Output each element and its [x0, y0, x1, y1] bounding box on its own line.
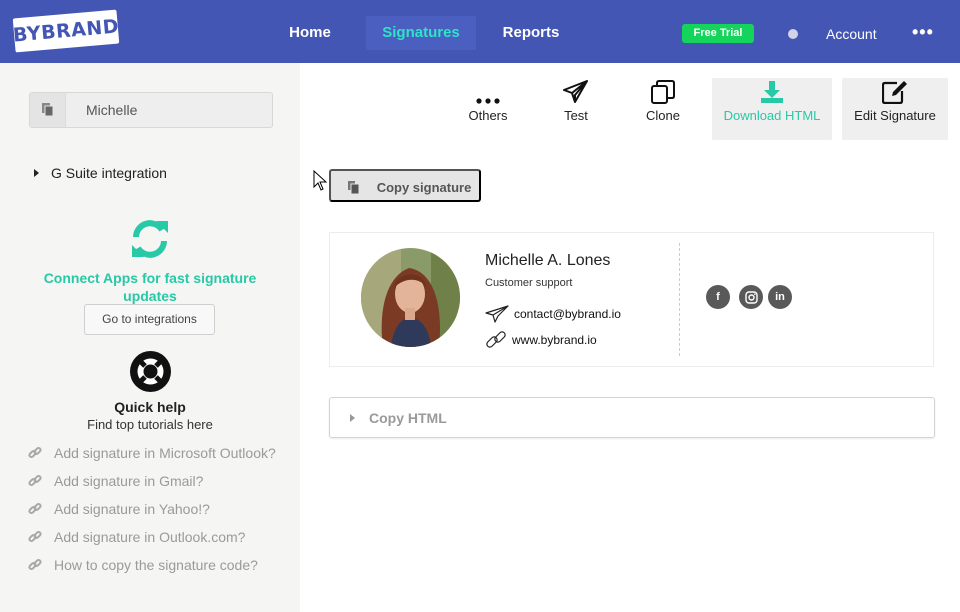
link-icon	[486, 331, 506, 348]
ellipsis-icon	[476, 98, 500, 104]
copy-icon	[348, 181, 359, 194]
gsuite-label: G Suite integration	[51, 165, 167, 181]
download-icon	[761, 81, 783, 103]
free-trial-badge[interactable]: Free Trial	[682, 24, 754, 43]
copy-html-accordion[interactable]: Copy HTML	[329, 397, 935, 438]
signature-email-row[interactable]: contact@bybrand.io	[485, 305, 621, 323]
signature-name: Michelle A. Lones	[485, 252, 611, 269]
link-icon	[28, 530, 42, 543]
others-label: Others	[468, 108, 508, 123]
paper-plane-icon	[485, 305, 509, 323]
avatar	[361, 248, 460, 347]
mouse-cursor-icon	[313, 170, 327, 191]
bybrand-logo[interactable]: BYBRAND	[12, 9, 120, 53]
instagram-glyph	[744, 290, 758, 304]
help-link[interactable]: Add signature in Gmail?	[28, 473, 288, 489]
quick-help-title: Quick help	[114, 399, 186, 415]
edit-signature-label: Edit Signature	[854, 108, 936, 123]
edit-signature-button[interactable]: Edit Signature	[842, 78, 948, 140]
help-link-label: Add signature in Microsoft Outlook?	[54, 445, 276, 461]
nav-home[interactable]: Home	[280, 16, 340, 50]
nav-signatures[interactable]: Signatures	[366, 16, 476, 50]
test-label: Test	[564, 108, 588, 123]
top-navigation: BYBRAND Home Signatures Reports Free Tri…	[0, 0, 960, 63]
caret-right-icon	[34, 169, 39, 177]
copy-signature-label: Copy signature	[376, 180, 472, 195]
caret-right-icon	[350, 414, 355, 422]
connect-apps-text: Connect Apps for fast signature updates	[43, 270, 257, 304]
signature-preview: Michelle A. Lones Customer support conta…	[329, 232, 934, 367]
sync-icon	[132, 220, 168, 258]
signature-website-row[interactable]: www.bybrand.io	[485, 329, 597, 351]
copy-signature-button[interactable]: Copy signature	[329, 169, 481, 202]
help-link-label: Add signature in Outlook.com?	[54, 529, 246, 545]
main-content: Others Test Clone Download HTML Edit Sig…	[300, 63, 960, 612]
sidebar: Michelle G Suite integration Connect App…	[0, 63, 300, 612]
account-menu[interactable]: Account	[826, 24, 877, 44]
quick-help-subtitle: Find top tutorials here	[87, 417, 213, 432]
others-button[interactable]: Others	[460, 78, 516, 140]
signature-email: contact@bybrand.io	[514, 307, 621, 321]
facebook-icon[interactable]: f	[706, 285, 730, 309]
help-link[interactable]: How to copy the signature code?	[28, 557, 288, 573]
copy-html-label: Copy HTML	[369, 410, 447, 426]
gsuite-integration-toggle[interactable]: G Suite integration	[34, 165, 167, 181]
help-link-label: Add signature in Gmail?	[54, 473, 204, 489]
clone-button[interactable]: Clone	[635, 78, 691, 140]
help-link[interactable]: Add signature in Yahoo!?	[28, 501, 288, 517]
instagram-icon[interactable]	[739, 285, 763, 309]
download-html-label: Download HTML	[723, 108, 821, 123]
signature-website: www.bybrand.io	[512, 333, 597, 347]
link-icon	[28, 446, 42, 459]
test-button[interactable]: Test	[548, 78, 604, 140]
help-links-list: Add signature in Microsoft Outlook? Add …	[28, 445, 288, 585]
link-icon	[28, 474, 42, 487]
signature-role: Customer support	[485, 277, 573, 289]
link-icon	[28, 558, 42, 571]
signature-selector[interactable]: Michelle	[29, 92, 273, 128]
help-link-label: How to copy the signature code?	[54, 557, 258, 573]
link-icon	[28, 502, 42, 515]
download-html-button[interactable]: Download HTML	[712, 78, 832, 140]
lifebuoy-icon	[130, 351, 171, 392]
nav-reports[interactable]: Reports	[498, 16, 564, 50]
paper-plane-icon	[563, 80, 588, 103]
clone-label: Clone	[646, 108, 680, 123]
signature-divider	[679, 243, 680, 356]
logo-text: BYBRAND	[12, 15, 120, 47]
linkedin-icon[interactable]: in	[768, 285, 792, 309]
clone-icon	[651, 80, 675, 104]
go-to-integrations-button[interactable]: Go to integrations	[84, 304, 215, 335]
copy-files-icon	[30, 93, 66, 127]
edit-icon	[882, 81, 907, 104]
help-link-label: Add signature in Yahoo!?	[54, 501, 210, 517]
help-link[interactable]: Add signature in Outlook.com?	[28, 529, 288, 545]
account-status-dot	[788, 29, 798, 39]
selector-value: Michelle	[86, 102, 138, 118]
more-menu-icon[interactable]: •••	[912, 22, 934, 42]
help-link[interactable]: Add signature in Microsoft Outlook?	[28, 445, 288, 461]
